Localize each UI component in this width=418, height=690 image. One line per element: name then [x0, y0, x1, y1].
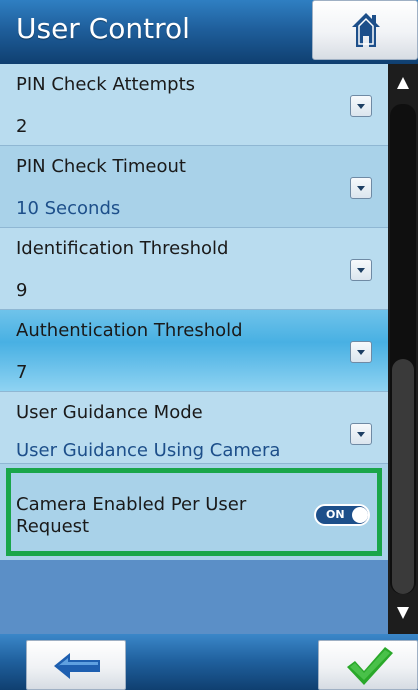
setting-row-user-guidance-mode[interactable]: User Guidance Mode User Guidance Using C… [0, 392, 388, 464]
setting-row-pin-check-attempts[interactable]: PIN Check Attempts 2 [0, 64, 388, 146]
camera-toggle-switch[interactable]: ON [314, 504, 370, 526]
setting-label: Authentication Threshold [16, 320, 243, 341]
page-title: User Control [16, 12, 190, 45]
setting-row-camera-enabled[interactable]: Camera Enabled Per User Request ON [0, 464, 388, 560]
setting-value: User Guidance Using Camera [16, 440, 281, 461]
confirm-button[interactable] [318, 640, 418, 690]
toggle-knob [352, 507, 368, 523]
home-icon [352, 13, 380, 47]
dropdown-button[interactable] [350, 259, 372, 281]
setting-row-authentication-threshold[interactable]: Authentication Threshold 7 [0, 310, 388, 392]
scrollbar[interactable] [388, 64, 418, 634]
user-control-screen: User Control PIN Check Attempts 2 PIN Ch… [0, 0, 418, 690]
settings-list[interactable]: PIN Check Attempts 2 PIN Check Timeout 1… [0, 64, 388, 634]
chevron-down-icon [357, 186, 365, 191]
dropdown-button[interactable] [350, 95, 372, 117]
setting-label: PIN Check Timeout [16, 156, 186, 177]
footer-bar [0, 634, 418, 690]
setting-label: PIN Check Attempts [16, 74, 196, 95]
setting-value: 2 [16, 116, 28, 137]
arrow-down-icon [397, 607, 409, 619]
setting-row-identification-threshold[interactable]: Identification Threshold 9 [0, 228, 388, 310]
dropdown-button[interactable] [350, 177, 372, 199]
toggle-state-text: ON [326, 508, 345, 521]
setting-label: Camera Enabled Per User Request [16, 494, 247, 537]
setting-label: Identification Threshold [16, 238, 229, 259]
chevron-down-icon [357, 268, 365, 273]
chevron-down-icon [357, 104, 365, 109]
scroll-thumb[interactable] [392, 359, 414, 594]
setting-value: 9 [16, 280, 28, 301]
setting-value: 7 [16, 362, 28, 383]
setting-label: User Guidance Mode [16, 402, 203, 423]
setting-row-pin-check-timeout[interactable]: PIN Check Timeout 10 Seconds [0, 146, 388, 228]
chevron-down-icon [357, 350, 365, 355]
dropdown-button[interactable] [350, 423, 372, 445]
checkmark-icon [347, 647, 393, 685]
arrow-up-icon [397, 77, 409, 89]
scroll-up-button[interactable] [388, 64, 418, 104]
dropdown-button[interactable] [350, 341, 372, 363]
scroll-track[interactable] [390, 104, 416, 594]
home-button[interactable] [312, 0, 418, 60]
header-bar: User Control [0, 0, 418, 64]
back-arrow-icon [54, 653, 100, 679]
chevron-down-icon [357, 432, 365, 437]
scroll-down-button[interactable] [388, 594, 418, 634]
back-button[interactable] [26, 640, 126, 690]
setting-value: 10 Seconds [16, 198, 121, 219]
